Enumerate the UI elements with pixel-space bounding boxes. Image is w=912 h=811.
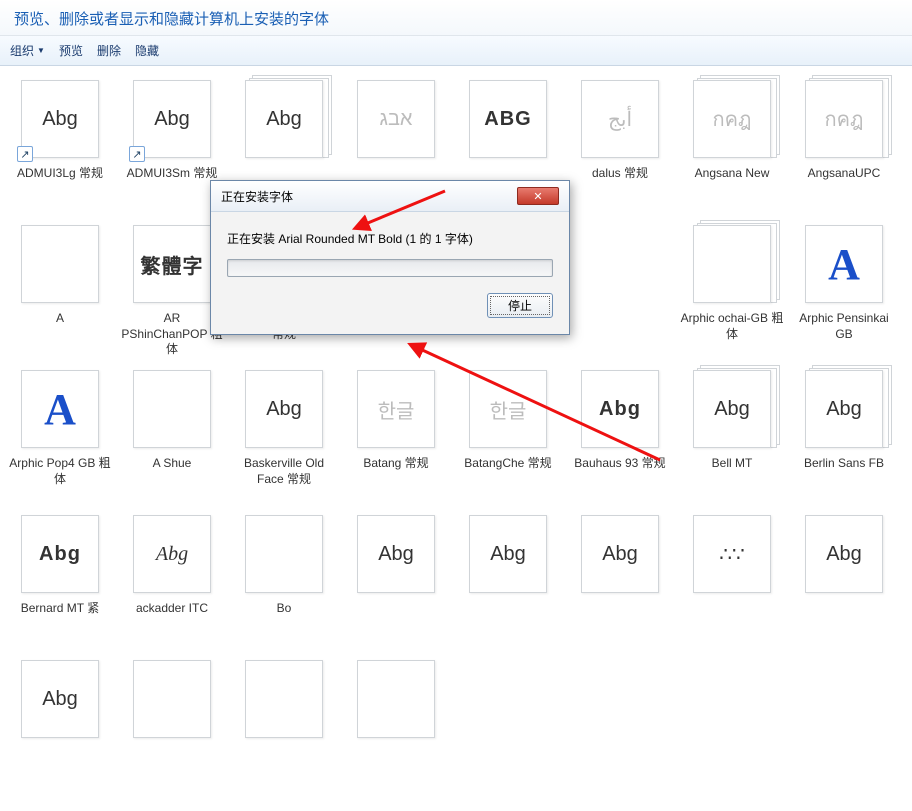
font-item[interactable] bbox=[116, 656, 228, 801]
font-thumbnail bbox=[245, 660, 323, 738]
font-thumbnail: Abg bbox=[469, 515, 547, 593]
font-thumbnail: กคฎ bbox=[693, 80, 771, 158]
font-thumbnail: ABG bbox=[469, 80, 547, 158]
page-title: 预览、删除或者显示和隐藏计算机上安装的字体 bbox=[0, 0, 912, 36]
font-thumbnail bbox=[357, 660, 435, 738]
font-label: A Shue bbox=[153, 456, 192, 472]
shortcut-overlay-icon: ↗ bbox=[129, 146, 145, 162]
toolbar-organize[interactable]: 组织▼ bbox=[10, 42, 45, 59]
toolbar: 组织▼ 预览 删除 隐藏 bbox=[0, 36, 912, 66]
close-button[interactable]: ✕ bbox=[517, 187, 559, 205]
font-label: AngsanaUPC bbox=[808, 166, 881, 182]
font-thumbnail bbox=[693, 225, 771, 303]
font-label: dalus 常规 bbox=[592, 166, 648, 182]
font-thumbnail bbox=[133, 660, 211, 738]
font-label: Bo bbox=[277, 601, 292, 617]
font-label: Arphic Pop4 GB 粗体 bbox=[7, 456, 113, 487]
font-item[interactable]: Abg Bernard MT 紧 bbox=[4, 511, 116, 656]
font-item[interactable]: Abg bbox=[452, 511, 564, 656]
font-item[interactable] bbox=[228, 656, 340, 801]
annotation-arrow-icon bbox=[410, 340, 670, 473]
font-thumbnail: Abg bbox=[21, 660, 99, 738]
font-label: Bernard MT 紧 bbox=[21, 601, 99, 617]
font-thumbnail: Abg bbox=[357, 515, 435, 593]
font-thumbnail bbox=[21, 225, 99, 303]
stop-button[interactable]: 停止 bbox=[487, 293, 553, 318]
font-item[interactable]: Abg bbox=[788, 511, 900, 656]
font-item[interactable] bbox=[340, 656, 452, 801]
chevron-down-icon: ▼ bbox=[37, 46, 45, 55]
font-item[interactable]: ∴∵ bbox=[676, 511, 788, 656]
font-item[interactable]: Abg bbox=[4, 656, 116, 801]
toolbar-hide[interactable]: 隐藏 bbox=[135, 42, 159, 59]
font-label: Angsana New bbox=[695, 166, 770, 182]
font-thumbnail: Abg bbox=[581, 515, 659, 593]
font-label: Bell MT bbox=[712, 456, 753, 472]
font-thumbnail: Abg bbox=[805, 515, 883, 593]
font-label: Arphic ochai-GB 粗体 bbox=[679, 311, 785, 342]
font-item[interactable]: Abg Berlin Sans FB bbox=[788, 366, 900, 511]
font-item[interactable]: กคฎ Angsana New bbox=[676, 76, 788, 221]
font-item[interactable]: Abg bbox=[340, 511, 452, 656]
font-thumbnail: Abg bbox=[133, 515, 211, 593]
font-thumbnail: Abg bbox=[245, 80, 323, 158]
font-item[interactable]: Abg Baskerville Old Face 常规 bbox=[228, 366, 340, 511]
font-label: Baskerville Old Face 常规 bbox=[231, 456, 337, 487]
font-label: ADMUI3Sm 常规 bbox=[127, 166, 218, 182]
shortcut-overlay-icon: ↗ bbox=[17, 146, 33, 162]
font-item[interactable]: Arphic ochai-GB 粗体 bbox=[676, 221, 788, 366]
font-item[interactable]: Bo bbox=[228, 511, 340, 656]
font-thumbnail: กคฎ bbox=[805, 80, 883, 158]
annotation-arrow-icon bbox=[355, 185, 455, 238]
font-item[interactable]: Abg Bell MT bbox=[676, 366, 788, 511]
font-thumbnail: Abg bbox=[805, 370, 883, 448]
toolbar-delete[interactable]: 删除 bbox=[97, 42, 121, 59]
font-label: A bbox=[56, 311, 64, 327]
font-item[interactable]: A bbox=[4, 221, 116, 366]
font-thumbnail bbox=[133, 370, 211, 448]
font-thumbnail: Abg bbox=[245, 370, 323, 448]
font-label: Arphic Pensinkai GB bbox=[791, 311, 897, 342]
font-item[interactable]: A Arphic Pensinkai GB bbox=[788, 221, 900, 366]
font-thumbnail: Abg bbox=[21, 515, 99, 593]
font-thumbnail: أبج bbox=[581, 80, 659, 158]
font-thumbnail: A bbox=[21, 370, 99, 448]
font-thumbnail: 繁體字 bbox=[133, 225, 211, 303]
progress-bar bbox=[227, 259, 553, 277]
font-item[interactable]: A Shue bbox=[116, 366, 228, 511]
font-item[interactable]: กคฎ AngsanaUPC bbox=[788, 76, 900, 221]
font-label: ADMUI3Lg 常规 bbox=[17, 166, 103, 182]
dialog-title-text: 正在安装字体 bbox=[221, 188, 293, 205]
font-label: Berlin Sans FB bbox=[804, 456, 884, 472]
font-item[interactable]: Abg↗ADMUI3Lg 常规 bbox=[4, 76, 116, 221]
font-item[interactable]: أبج dalus 常规 bbox=[564, 76, 676, 221]
font-thumbnail: ∴∵ bbox=[693, 515, 771, 593]
toolbar-preview[interactable]: 预览 bbox=[59, 42, 83, 59]
font-label: ackadder ITC bbox=[136, 601, 208, 617]
font-item[interactable]: A Arphic Pop4 GB 粗体 bbox=[4, 366, 116, 511]
font-thumbnail: אבג bbox=[357, 80, 435, 158]
font-thumbnail bbox=[245, 515, 323, 593]
font-item[interactable]: Abg bbox=[564, 511, 676, 656]
font-thumbnail: A bbox=[805, 225, 883, 303]
font-thumbnail: Abg bbox=[693, 370, 771, 448]
font-item[interactable]: Abg ackadder ITC bbox=[116, 511, 228, 656]
